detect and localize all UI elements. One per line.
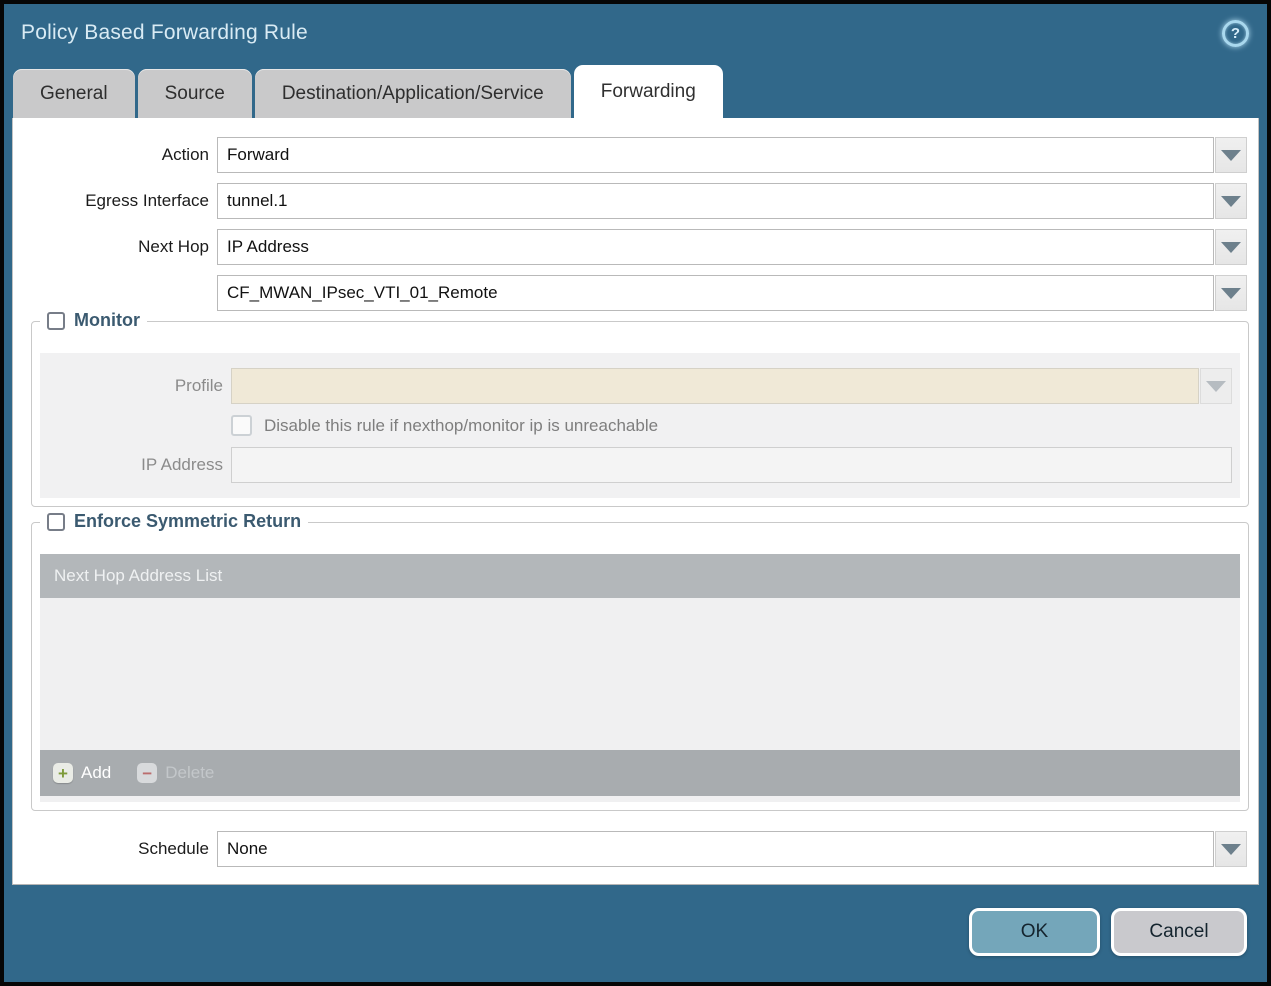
schedule-label: Schedule [138,839,209,858]
chevron-down-icon [1221,287,1241,299]
monitor-legend: Monitor [40,310,147,331]
monitor-checkbox[interactable] [47,311,65,330]
schedule-input[interactable] [217,831,1214,867]
profile-label: Profile [174,376,223,395]
action-input[interactable] [217,137,1214,173]
delete-button-label: Delete [165,763,215,782]
cancel-button[interactable]: Cancel [1111,907,1247,956]
tab-forwarding[interactable]: Forwarding [573,65,723,118]
help-icon-glyph: ? [1230,24,1241,42]
disable-rule-label: Disable this rule if nexthop/monitor ip … [264,415,659,435]
next-hop-address-list-header-label: Next Hop Address List [54,566,223,585]
tab-source-label: Source [164,82,225,104]
next-hop-row: Next Hop [13,229,1247,265]
tab-general[interactable]: General [13,69,135,118]
dialog-footer: OK Cancel [4,885,1267,978]
enforce-symmetric-return-group: Enforce Symmetric Return Next Hop Addres… [31,511,1249,811]
next-hop-dropdown-button[interactable] [1215,229,1247,265]
chevron-down-icon [1221,195,1241,207]
tab-destination-label: Destination/Application/Service [281,82,544,104]
next-hop-address-table: Next Hop Address List + Add − Delete [40,554,1240,802]
egress-interface-row: Egress Interface [13,183,1247,219]
minus-icon: − [137,763,158,783]
tab-bar: General Source Destination/Application/S… [4,62,1267,118]
egress-interface-input[interactable] [217,183,1214,219]
chevron-down-icon [1221,241,1241,253]
ok-button[interactable]: OK [969,907,1100,956]
tab-general-label: General [40,82,108,104]
plus-icon: + [53,763,73,783]
egress-interface-dropdown-button[interactable] [1215,183,1247,219]
monitor-ip-label: IP Address [141,455,223,474]
help-icon[interactable]: ? [1222,19,1249,47]
profile-row: Profile [48,368,1232,404]
chevron-down-icon [1206,380,1226,392]
chevron-down-icon [1221,843,1241,855]
profile-dropdown-button [1200,368,1232,404]
enforce-symmetric-return-label: Enforce Symmetric Return [74,511,302,531]
monitor-ip-row: IP Address [48,447,1232,483]
tab-forwarding-label: Forwarding [600,80,696,102]
add-button[interactable]: + Add [53,763,111,783]
next-hop-type-input[interactable] [217,229,1214,265]
schedule-dropdown-button[interactable] [1215,831,1247,867]
tab-destination-application-service[interactable]: Destination/Application/Service [254,69,571,118]
tab-source[interactable]: Source [137,69,252,118]
next-hop-address-list-header: Next Hop Address List [40,554,1240,598]
policy-forwarding-dialog: Policy Based Forwarding Rule ? General S… [0,0,1271,986]
next-hop-label: Next Hop [138,237,209,256]
egress-interface-label: Egress Interface [85,191,209,210]
monitor-legend-label: Monitor [74,310,140,330]
forwarding-tab-panel: Action Egress Interface Next Hop [12,118,1259,885]
next-hop-address-input[interactable] [217,275,1214,311]
schedule-row: Schedule [13,831,1247,867]
titlebar: Policy Based Forwarding Rule ? [4,4,1267,62]
delete-button: − Delete [137,763,214,783]
action-label: Action [161,145,209,164]
enforce-symmetric-return-legend: Enforce Symmetric Return [40,511,309,532]
action-row: Action [13,137,1247,173]
monitor-group: Monitor Profile Disable this rule if nex… [31,310,1249,507]
profile-input [231,368,1199,404]
next-hop-address-table-toolbar: + Add − Delete [40,750,1240,796]
disable-rule-checkbox [231,415,252,436]
dialog-title: Policy Based Forwarding Rule [21,21,308,44]
monitor-body: Profile Disable this rule if nexthop/mon… [40,353,1240,498]
next-hop-address-dropdown-button[interactable] [1215,275,1247,311]
next-hop-address-table-body[interactable] [40,598,1240,750]
disable-rule-row: Disable this rule if nexthop/monitor ip … [231,415,1232,436]
chevron-down-icon [1221,149,1241,161]
next-hop-address-row [13,275,1247,311]
monitor-ip-input [231,447,1232,483]
add-button-label: Add [81,763,112,782]
enforce-symmetric-return-checkbox[interactable] [47,512,65,531]
action-dropdown-button[interactable] [1215,137,1247,173]
